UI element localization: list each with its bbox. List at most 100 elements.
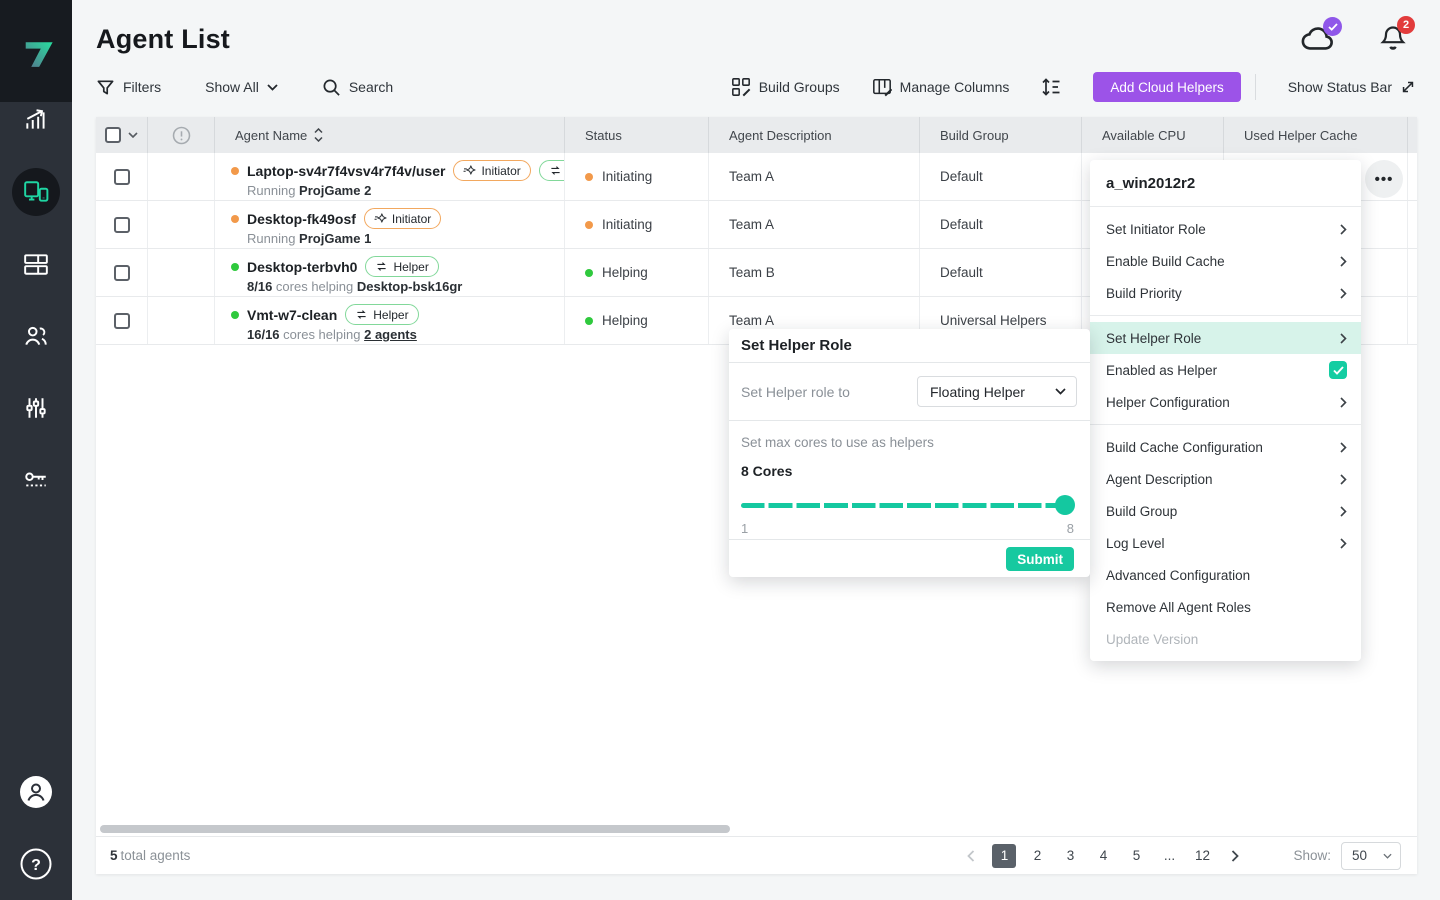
status-text: Initiating bbox=[602, 217, 652, 232]
pagination: 1 2 3 4 5 ... 12 bbox=[959, 844, 1247, 868]
filters-button[interactable]: Filters bbox=[96, 78, 161, 97]
slider-thumb[interactable] bbox=[1055, 495, 1075, 515]
build-groups-button[interactable]: Build Groups bbox=[731, 77, 840, 97]
badge-label: Initiator bbox=[392, 212, 431, 226]
horizontal-scrollbar[interactable] bbox=[96, 822, 1417, 836]
show-status-bar-button[interactable]: Show Status Bar bbox=[1288, 79, 1416, 95]
page-button[interactable]: 12 bbox=[1190, 844, 1214, 868]
column-status[interactable]: Status bbox=[585, 128, 622, 143]
sidebar-item-build-groups[interactable] bbox=[0, 228, 72, 300]
cores-value: 8 Cores bbox=[741, 463, 792, 479]
add-cloud-helpers-button[interactable]: Add Cloud Helpers bbox=[1093, 72, 1240, 102]
page-title: Agent List bbox=[96, 24, 230, 55]
slider-max-label: 8 bbox=[1067, 521, 1074, 536]
row-actions-button[interactable]: ••• bbox=[1365, 160, 1403, 198]
menu-item-enabled-as-helper[interactable]: Enabled as Helper bbox=[1090, 354, 1361, 386]
sidebar-item-settings[interactable] bbox=[0, 372, 72, 444]
chevron-right-icon bbox=[1340, 288, 1347, 299]
menu-item-build-group[interactable]: Build Group bbox=[1090, 495, 1361, 527]
set-helper-role-panel: Set Helper Role Set Helper role to Float… bbox=[729, 329, 1090, 577]
menu-item-set-helper-role[interactable]: Set Helper Role bbox=[1090, 322, 1361, 354]
status-dot bbox=[585, 221, 593, 229]
build-group-cell: Default bbox=[920, 249, 1082, 296]
menu-item-build-priority[interactable]: Build Priority bbox=[1090, 277, 1361, 309]
toolbar-divider bbox=[1255, 74, 1256, 100]
menu-item-helper-configuration[interactable]: Helper Configuration bbox=[1090, 386, 1361, 418]
column-used-helper-cache[interactable]: Used Helper Cache bbox=[1244, 128, 1357, 143]
page-button[interactable]: 1 bbox=[992, 844, 1016, 868]
prev-page-button[interactable] bbox=[959, 844, 983, 868]
avatar-icon bbox=[19, 775, 53, 809]
page-button[interactable]: 5 bbox=[1124, 844, 1148, 868]
sidebar-item-agents[interactable] bbox=[0, 156, 72, 228]
status-text: Helping bbox=[602, 313, 648, 328]
cloud-status-button[interactable] bbox=[1300, 24, 1336, 57]
show-all-dropdown[interactable]: Show All bbox=[205, 79, 278, 95]
manage-columns-button[interactable]: Manage Columns bbox=[872, 77, 1010, 97]
scrollbar-thumb[interactable] bbox=[100, 825, 730, 833]
page-size-value: 50 bbox=[1352, 848, 1367, 863]
user-avatar[interactable] bbox=[19, 775, 53, 814]
menu-item-advanced-configuration[interactable]: Advanced Configuration bbox=[1090, 559, 1361, 591]
checked-checkbox-icon[interactable] bbox=[1329, 361, 1347, 379]
key-icon bbox=[23, 467, 49, 493]
chevron-right-icon bbox=[1340, 256, 1347, 267]
column-agent-name[interactable]: Agent Name bbox=[235, 128, 307, 143]
select-all-checkbox[interactable] bbox=[105, 127, 121, 143]
row-checkbox[interactable] bbox=[114, 265, 130, 281]
column-available-cpu[interactable]: Available CPU bbox=[1102, 128, 1186, 143]
agent-subtext: 8/16 cores helping Desktop-bsk16gr bbox=[247, 279, 564, 294]
select-menu-chevron-icon[interactable] bbox=[128, 132, 138, 138]
chevron-down-icon bbox=[1383, 853, 1392, 859]
row-checkbox[interactable] bbox=[114, 217, 130, 233]
menu-item-update-version: Update Version bbox=[1090, 623, 1361, 655]
column-description[interactable]: Agent Description bbox=[729, 128, 832, 143]
slider-track[interactable] bbox=[741, 503, 1073, 508]
page-size-select[interactable]: 50 bbox=[1341, 842, 1401, 870]
sort-rows-button[interactable] bbox=[1041, 77, 1061, 97]
build-group-cell: Default bbox=[920, 201, 1082, 248]
cloud-connected-badge bbox=[1323, 17, 1342, 36]
panel-divider bbox=[729, 362, 1090, 363]
menu-item-enable-build-cache[interactable]: Enable Build Cache bbox=[1090, 245, 1361, 277]
agent-name: Vmt-w7-clean bbox=[247, 307, 337, 323]
manage-columns-icon bbox=[872, 77, 892, 97]
menu-item-build-cache-configuration[interactable]: Build Cache Configuration bbox=[1090, 431, 1361, 463]
row-checkbox[interactable] bbox=[114, 169, 130, 185]
search-button[interactable]: Search bbox=[322, 78, 393, 97]
check-icon bbox=[1328, 23, 1338, 31]
row-checkbox[interactable] bbox=[114, 313, 130, 329]
cores-slider[interactable] bbox=[741, 495, 1073, 515]
sidebar-item-license[interactable] bbox=[0, 444, 72, 516]
build-groups-icon bbox=[731, 77, 751, 97]
helper-arrows-icon bbox=[355, 309, 368, 320]
agent-subtext: 16/16 cores helping 2 agents bbox=[247, 327, 564, 342]
menu-item-remove-all-agent-roles[interactable]: Remove All Agent Roles bbox=[1090, 591, 1361, 623]
help-button[interactable]: ? bbox=[19, 847, 53, 886]
context-menu-title: a_win2012r2 bbox=[1090, 160, 1361, 206]
submit-button[interactable]: Submit bbox=[1006, 547, 1074, 571]
page-button[interactable]: 3 bbox=[1058, 844, 1082, 868]
page-button[interactable]: 2 bbox=[1025, 844, 1049, 868]
agent-name: Desktop-terbvh0 bbox=[247, 259, 357, 275]
column-build-group[interactable]: Build Group bbox=[940, 128, 1009, 143]
show-all-label: Show All bbox=[205, 79, 259, 95]
helper-role-value: Floating Helper bbox=[930, 384, 1025, 400]
sidebar-item-dashboard[interactable] bbox=[0, 84, 72, 156]
agent-state-dot bbox=[231, 311, 239, 319]
menu-item-log-level[interactable]: Log Level bbox=[1090, 527, 1361, 559]
sort-carets-icon[interactable] bbox=[314, 128, 323, 142]
menu-item-agent-description[interactable]: Agent Description bbox=[1090, 463, 1361, 495]
next-page-button[interactable] bbox=[1223, 844, 1247, 868]
helper-role-select[interactable]: Floating Helper bbox=[917, 376, 1077, 407]
sidebar-nav bbox=[0, 84, 72, 516]
sidebar-item-users[interactable] bbox=[0, 300, 72, 372]
helper-badge: Helper bbox=[539, 160, 565, 181]
page-button[interactable]: 4 bbox=[1091, 844, 1115, 868]
helper-badge: Helper bbox=[345, 304, 418, 325]
slider-min-label: 1 bbox=[741, 521, 748, 536]
menu-item-set-initiator-role[interactable]: Set Initiator Role bbox=[1090, 213, 1361, 245]
notifications-button[interactable]: 2 bbox=[1380, 24, 1406, 57]
panel-divider bbox=[729, 420, 1090, 421]
helped-agents-link[interactable]: 2 agents bbox=[364, 327, 417, 342]
